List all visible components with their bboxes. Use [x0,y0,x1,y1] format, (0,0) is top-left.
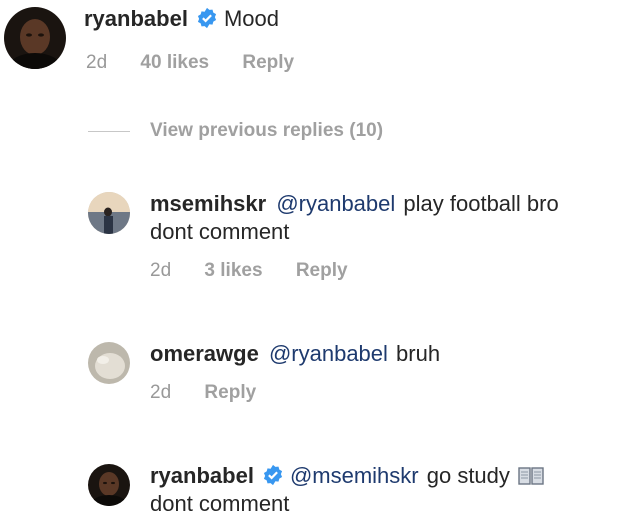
username[interactable]: omerawge [150,341,259,366]
comment-line: ryanbabel Mood [84,6,279,32]
username[interactable]: msemihskr [150,191,266,216]
timestamp: 2d [150,260,172,281]
reply-text: bruh [396,341,441,366]
avatar-msemihskr[interactable] [88,192,130,234]
likes-count[interactable]: 40 likes [140,52,209,73]
mention-link[interactable]: @ryanbabel [276,191,395,216]
reply-button[interactable]: Reply [204,382,256,403]
mention-link[interactable]: @ryanbabel [269,341,388,366]
likes-count[interactable]: 3 likes [204,260,262,281]
reply-text-continued: dont comment [150,219,290,244]
username[interactable]: ryanbabel [150,463,254,488]
comment-meta: 2d 40 likes Reply [86,52,294,74]
comment-text: Mood [223,6,279,31]
username[interactable]: ryanbabel [84,6,188,31]
reply-text: play football bro [403,191,559,216]
reply-line-2: dont comment [150,491,289,517]
reply-line-2: dont comment [150,219,289,245]
reply-text: go study [426,463,510,488]
reply-text-continued: dont comment [150,491,290,516]
timestamp: 2d [150,382,172,403]
replies-divider [88,131,130,132]
reply-line-1: msemihskr @ryanbabel play football bro [150,191,559,217]
mention-link[interactable]: @msemihskr [290,463,419,488]
reply-button[interactable]: Reply [242,52,294,73]
avatar-omerawge[interactable] [88,342,130,384]
reply-line-1: ryanbabel @msemihskr go study [150,463,544,489]
avatar-ryanbabel[interactable] [4,7,66,69]
view-previous-replies-button[interactable]: View previous replies (10) [150,120,383,142]
timestamp: 2d [86,52,108,73]
avatar-ryanbabel[interactable] [88,464,130,506]
reply-meta: 2d Reply [150,382,256,404]
reply-meta: 2d 3 likes Reply [150,260,348,282]
verified-badge-icon [263,464,283,486]
reply-line-1: omerawge @ryanbabel bruh [150,341,440,367]
reply-button[interactable]: Reply [296,260,348,281]
open-book-icon [518,467,544,485]
verified-badge-icon [197,7,217,29]
